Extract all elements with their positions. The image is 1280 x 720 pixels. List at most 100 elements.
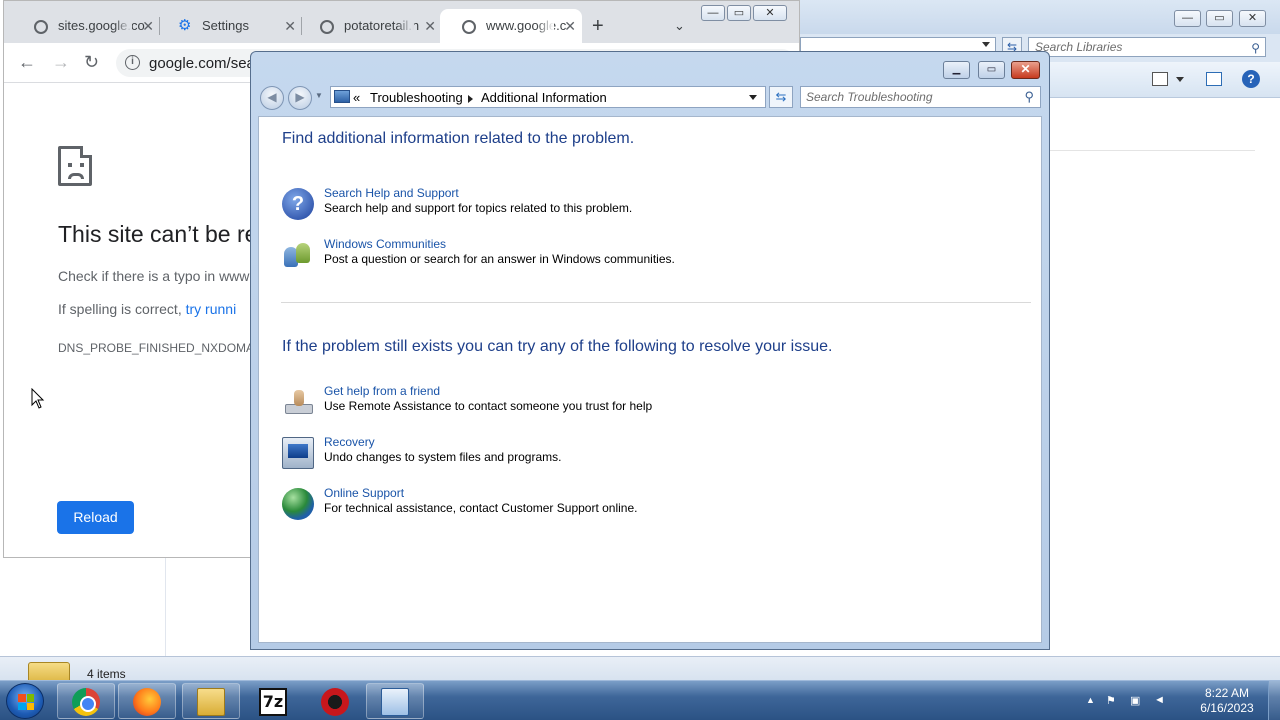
refresh-icon[interactable]: ⇆	[769, 86, 793, 108]
action-center-flag-icon[interactable]: ⚑	[1106, 694, 1120, 707]
list-item: Windows Communities Post a question or s…	[282, 237, 982, 273]
search-placeholder: Search Troubleshooting	[806, 90, 933, 104]
site-info-icon[interactable]: i	[125, 55, 140, 70]
chrome-tabstrip: sites.google.co ✕ ⚙ Settings ✕ potatoret…	[4, 1, 799, 43]
clock-date: 6/16/2023	[1200, 701, 1254, 715]
item-description: Use Remote Assistance to contact someone…	[324, 399, 653, 413]
close-icon[interactable]: ✕	[142, 9, 154, 43]
breadcrumb-arrow-icon[interactable]	[468, 95, 473, 103]
globe-icon	[462, 20, 476, 34]
show-desktop-button[interactable]	[1268, 681, 1280, 720]
chevron-down-icon[interactable]	[749, 95, 757, 100]
taskbar-control-panel[interactable]	[366, 683, 424, 719]
taskbar-windows-explorer[interactable]	[182, 683, 240, 719]
globe-icon[interactable]	[282, 488, 314, 520]
chrome-close-button[interactable]: ✕	[753, 5, 787, 21]
chevron-down-icon[interactable]	[982, 42, 990, 47]
control-panel-icon	[334, 90, 350, 103]
tab-potatoretail[interactable]: potatoretail.n ✕	[298, 9, 442, 43]
minimize-button[interactable]: ▁	[943, 61, 970, 79]
communities-icon[interactable]	[282, 239, 314, 271]
item-description: For technical assistance, contact Custom…	[324, 501, 638, 515]
tab-settings[interactable]: ⚙ Settings ✕	[156, 9, 302, 43]
7zip-icon: 7z	[259, 688, 287, 716]
chrome-minimize-button[interactable]: —	[701, 5, 725, 21]
help-icon[interactable]: ?	[282, 188, 314, 220]
tab-search-chevron-icon[interactable]: ⌄	[674, 18, 685, 34]
tab-sites-google[interactable]: sites.google.co ✕	[12, 9, 160, 43]
taskbar-7zip[interactable]: 7z	[244, 683, 302, 719]
navigation-bar: ◀ ▶ ▼ « Troubleshooting Additional Infor…	[251, 84, 1049, 112]
back-arrow-icon[interactable]: ←	[18, 52, 36, 73]
chrome-icon	[72, 688, 100, 716]
taskbar-chrome[interactable]	[57, 683, 115, 719]
breadcrumb[interactable]: « Troubleshooting Additional Information	[330, 86, 766, 108]
breadcrumb-troubleshooting[interactable]: Troubleshooting	[370, 90, 463, 105]
error-code: DNS_PROBE_FINISHED_NXDOMAIN	[58, 341, 267, 355]
explorer-minimize-button[interactable]: —	[1174, 10, 1201, 27]
network-diagnostics-link[interactable]: try runni	[186, 301, 237, 317]
mouth	[68, 173, 84, 179]
tab-www-google[interactable]: www.google.c ✕	[440, 9, 582, 43]
system-tray: ▲ ⚑ ▣ ◄ 8:22 AM 6/16/2023	[1080, 681, 1280, 720]
close-icon[interactable]: ✕	[564, 9, 576, 43]
explorer-titlebar: — ▭ ✕	[796, 0, 1280, 34]
firefox-icon	[133, 688, 161, 716]
search-troubleshooting-input[interactable]: Search Troubleshooting ⚲	[800, 86, 1041, 108]
search-help-and-support-link[interactable]: Search Help and Support	[324, 186, 459, 200]
recovery-link[interactable]: Recovery	[324, 435, 375, 449]
taskbar: 7z ▲ ⚑ ▣ ◄ 8:22 AM 6/16/2023	[0, 680, 1280, 720]
troubleshooting-window: ▁ ▭ ✕ ◀ ▶ ▼ « Troubleshooting Additional…	[250, 51, 1050, 650]
network-icon[interactable]: ▣	[1130, 694, 1144, 707]
person-shape	[296, 243, 310, 263]
close-icon[interactable]: ✕	[284, 9, 296, 43]
new-tab-icon[interactable]: +	[592, 15, 604, 38]
remote-assistance-icon[interactable]	[282, 386, 314, 418]
section-title-additional-info: Find additional information related to t…	[282, 130, 635, 147]
item-description: Search help and support for topics relat…	[324, 201, 633, 215]
reload-icon[interactable]: ↻	[84, 52, 99, 73]
chevron-down-icon[interactable]	[1176, 77, 1184, 82]
maximize-button[interactable]: ▭	[978, 61, 1005, 79]
section-divider	[281, 302, 1031, 303]
search-icon: ⚲	[1251, 41, 1260, 55]
preview-pane-icon[interactable]	[1206, 72, 1222, 86]
get-help-from-a-friend-link[interactable]: Get help from a friend	[324, 384, 440, 398]
folder-icon	[197, 688, 225, 716]
system-clock[interactable]: 8:22 AM 6/16/2023	[1196, 686, 1258, 716]
back-icon[interactable]: ◀	[260, 86, 284, 110]
reload-button[interactable]: Reload	[57, 501, 134, 534]
explorer-close-button[interactable]: ✕	[1239, 10, 1266, 27]
recovery-icon[interactable]	[282, 437, 314, 469]
error-hint-spelling: If spelling is correct, try runni	[58, 301, 236, 317]
recent-pages-chevron-icon[interactable]: ▼	[315, 91, 323, 100]
explorer-search-input[interactable]: Search Libraries ⚲	[1028, 37, 1266, 57]
forward-arrow-icon[interactable]: →	[52, 52, 70, 73]
list-item: Online Support For technical assistance,…	[282, 486, 982, 522]
status-item-count: 4 items	[87, 667, 126, 681]
hand-shape	[294, 390, 304, 406]
taskbar-firefox[interactable]	[118, 683, 176, 719]
error-hint-prefix: If spelling is correct,	[58, 301, 186, 317]
error-hint-typo: Check if there is a typo in www	[58, 268, 250, 284]
start-button[interactable]	[6, 683, 44, 719]
volume-muted-icon[interactable]: ◄	[1154, 694, 1168, 707]
explorer-maximize-button[interactable]: ▭	[1206, 10, 1233, 27]
chrome-maximize-button[interactable]: ▭	[727, 5, 751, 21]
change-view-icon[interactable]	[1152, 72, 1168, 86]
taskbar-red-app[interactable]	[306, 683, 364, 719]
close-button[interactable]: ✕	[1011, 61, 1040, 79]
online-support-link[interactable]: Online Support	[324, 486, 404, 500]
globe-icon	[320, 20, 334, 34]
close-icon[interactable]: ✕	[424, 9, 436, 43]
show-hidden-icons-icon[interactable]: ▲	[1086, 695, 1100, 708]
windows-communities-link[interactable]: Windows Communities	[324, 237, 446, 251]
help-icon[interactable]: ?	[1242, 70, 1260, 88]
list-item: ? Search Help and Support Search help an…	[282, 186, 982, 222]
gear-icon: ⚙	[178, 17, 192, 34]
item-description: Undo changes to system files and program…	[324, 450, 562, 464]
tab-fade	[114, 9, 132, 43]
breadcrumb-additional-information[interactable]: Additional Information	[481, 90, 607, 105]
forward-icon[interactable]: ▶	[288, 86, 312, 110]
breadcrumb-overflow[interactable]: «	[353, 90, 360, 105]
